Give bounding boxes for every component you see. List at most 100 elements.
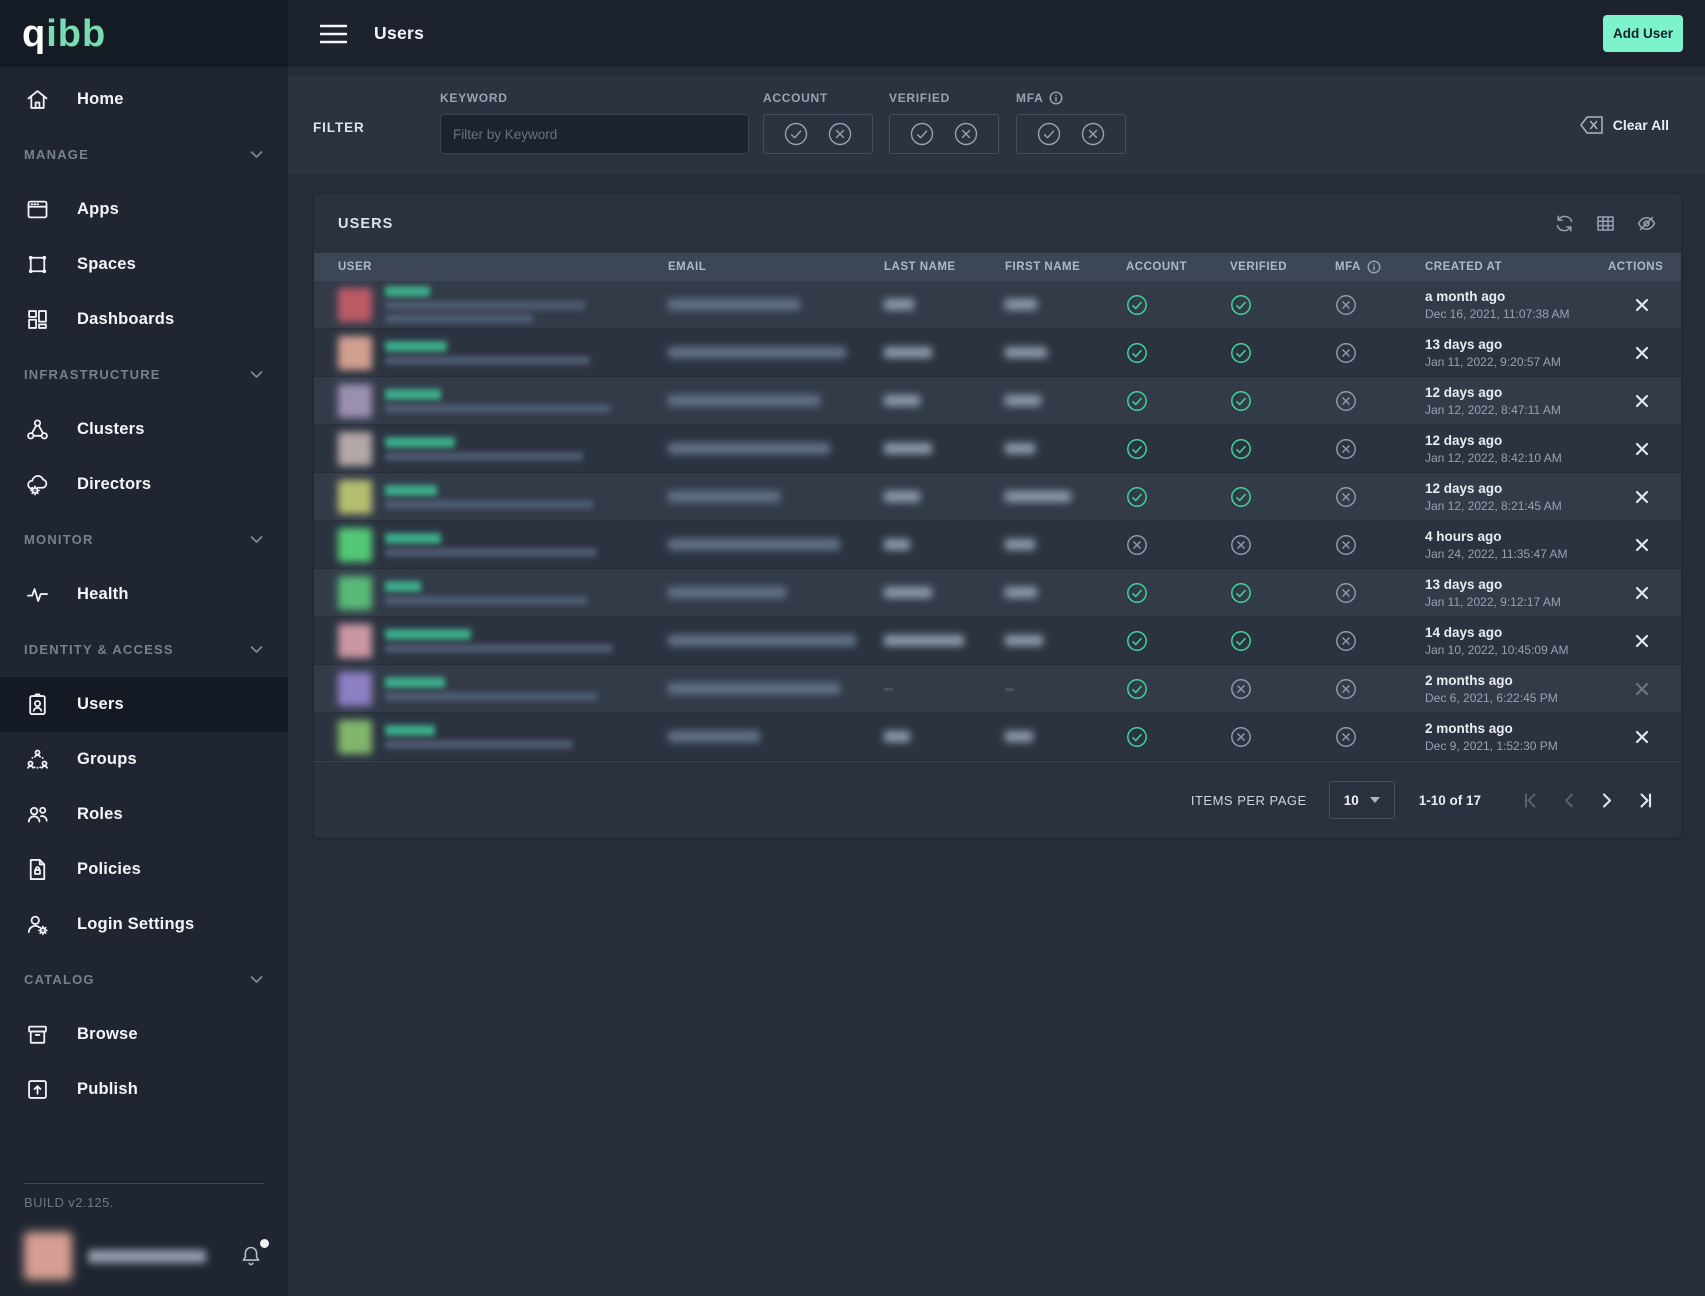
x-circle-icon <box>1335 582 1357 604</box>
last-name-redacted <box>884 299 914 310</box>
mfa-status <box>1335 582 1425 604</box>
users-badge-icon <box>24 691 51 718</box>
chevron-down-icon <box>249 367 264 382</box>
sidebar-section-monitor[interactable]: MONITOR <box>0 512 288 567</box>
qibb-logo[interactable]: qibb <box>0 0 288 67</box>
user-name-link-redacted[interactable] <box>385 725 435 736</box>
user-name-link-redacted[interactable] <box>385 629 471 640</box>
user-name-link-redacted[interactable] <box>385 485 437 496</box>
eye-off-icon[interactable] <box>1636 213 1657 234</box>
refresh-icon[interactable] <box>1554 213 1575 234</box>
verified-filter-false-button[interactable] <box>953 121 979 147</box>
user-id-redacted <box>385 500 593 509</box>
account-status <box>1126 438 1230 460</box>
sidebar-item-users[interactable]: Users <box>0 677 288 732</box>
last-name-redacted <box>884 395 920 406</box>
account-status <box>1126 582 1230 604</box>
items-per-page-select[interactable]: 10 <box>1329 781 1395 819</box>
sidebar-item-login-settings[interactable]: Login Settings <box>0 897 288 952</box>
email-redacted <box>668 299 800 310</box>
sidebar-section-infrastructure[interactable]: INFRASTRUCTURE <box>0 347 288 402</box>
account-filter-false-button[interactable] <box>827 121 853 147</box>
x-circle-icon <box>1230 534 1252 556</box>
clusters-icon <box>24 416 51 443</box>
delete-user-button[interactable] <box>1631 342 1653 364</box>
delete-user-button[interactable] <box>1631 486 1653 508</box>
filter-label: FILTER <box>313 120 365 135</box>
verified-status <box>1230 342 1335 364</box>
created-relative: 2 months ago <box>1425 721 1608 736</box>
first-name-redacted <box>1005 635 1043 646</box>
sidebar-section-identity-access[interactable]: IDENTITY & ACCESS <box>0 622 288 677</box>
check-circle-icon <box>1126 726 1148 748</box>
sidebar-item-spaces[interactable]: Spaces <box>0 237 288 292</box>
check-circle-icon <box>1230 486 1252 508</box>
user-id-redacted <box>385 740 573 749</box>
mfa-filter-false-button[interactable] <box>1080 121 1106 147</box>
sidebar-section-manage[interactable]: MANAGE <box>0 127 288 182</box>
user-name-link-redacted[interactable] <box>385 341 447 352</box>
delete-user-button[interactable] <box>1631 438 1653 460</box>
menu-icon[interactable] <box>320 23 347 45</box>
info-icon[interactable] <box>1049 91 1063 105</box>
delete-user-button[interactable] <box>1631 390 1653 412</box>
sidebar-item-roles[interactable]: Roles <box>0 787 288 842</box>
keyword-input[interactable] <box>440 114 749 154</box>
table-columns-icon[interactable] <box>1595 213 1616 234</box>
user-name-link-redacted[interactable] <box>385 677 445 688</box>
x-circle-icon <box>1335 678 1357 700</box>
first-name-redacted <box>1005 731 1033 742</box>
table-row: 4 hours agoJan 24, 2022, 11:35:47 AM <box>314 521 1681 569</box>
user-name-link-redacted[interactable] <box>385 389 441 400</box>
col-actions: ACTIONS <box>1608 261 1663 273</box>
sidebar-footer: BUILD v2.125. <box>0 1183 288 1296</box>
next-page-button[interactable] <box>1595 789 1618 812</box>
delete-user-button[interactable] <box>1631 534 1653 556</box>
topbar: Users Add User <box>288 0 1705 67</box>
sidebar-item-dashboards[interactable]: Dashboards <box>0 292 288 347</box>
sidebar-item-apps[interactable]: Apps <box>0 182 288 237</box>
verified-filter-toggle-group <box>889 114 999 154</box>
first-page-button[interactable] <box>1521 789 1544 812</box>
check-circle-icon <box>1126 630 1148 652</box>
user-name-link-redacted[interactable] <box>385 286 430 297</box>
mfa-filter-true-button[interactable] <box>1036 121 1062 147</box>
delete-user-button[interactable] <box>1631 630 1653 652</box>
col-created-at: CREATED AT <box>1425 261 1608 273</box>
sidebar-section-catalog[interactable]: CATALOG <box>0 952 288 1007</box>
avatar <box>338 384 372 418</box>
account-filter-true-button[interactable] <box>783 121 809 147</box>
last-name-redacted <box>884 587 932 598</box>
users-card-title: USERS <box>338 216 393 232</box>
user-id-redacted <box>385 596 587 605</box>
clear-all-button[interactable]: Clear All <box>1573 114 1675 136</box>
delete-user-button[interactable] <box>1631 294 1653 316</box>
add-user-button[interactable]: Add User <box>1603 15 1683 52</box>
sidebar-item-policies[interactable]: Policies <box>0 842 288 897</box>
user-name-link-redacted[interactable] <box>385 533 441 544</box>
sidebar-item-health[interactable]: Health <box>0 567 288 622</box>
sidebar-item-directors[interactable]: Directors <box>0 457 288 512</box>
delete-user-button[interactable] <box>1631 726 1653 748</box>
delete-user-button[interactable] <box>1631 678 1653 700</box>
sidebar-item-publish[interactable]: Publish <box>0 1062 288 1117</box>
col-verified: VERIFIED <box>1230 261 1335 273</box>
sidebar-item-browse[interactable]: Browse <box>0 1007 288 1062</box>
verified-filter-true-button[interactable] <box>909 121 935 147</box>
sidebar-item-groups[interactable]: Groups <box>0 732 288 787</box>
info-icon[interactable] <box>1367 260 1381 274</box>
delete-user-button[interactable] <box>1631 582 1653 604</box>
sidebar-item-home[interactable]: Home <box>0 72 288 127</box>
x-circle-icon <box>1230 678 1252 700</box>
last-page-button[interactable] <box>1632 789 1655 812</box>
dashboards-icon <box>24 306 51 333</box>
email-redacted <box>668 347 846 358</box>
user-name-link-redacted[interactable] <box>385 437 455 448</box>
previous-page-button[interactable] <box>1558 789 1581 812</box>
avatar <box>338 576 372 610</box>
user-name-link-redacted[interactable] <box>385 581 421 592</box>
notifications-bell-icon[interactable] <box>238 1243 264 1269</box>
first-name-empty: -- <box>1005 681 1014 696</box>
sidebar-item-clusters[interactable]: Clusters <box>0 402 288 457</box>
current-user-menu[interactable] <box>24 1228 264 1284</box>
